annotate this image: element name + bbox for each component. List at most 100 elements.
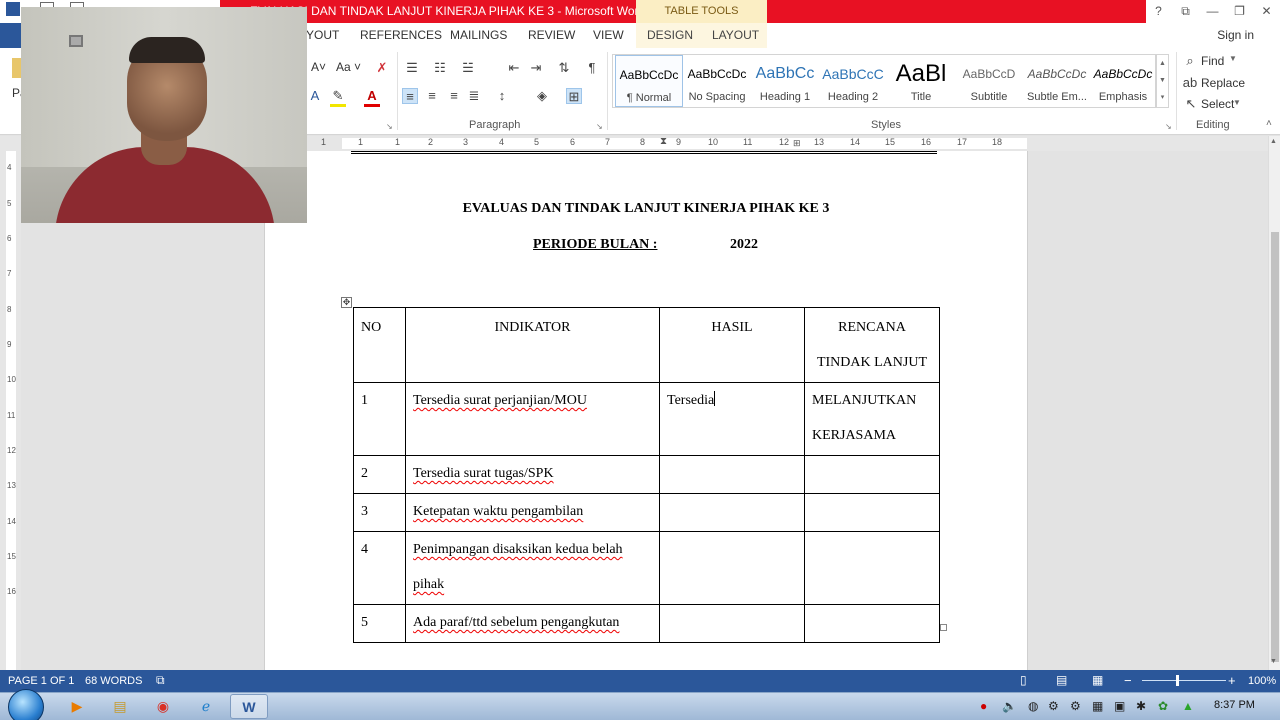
collapse-ribbon-icon[interactable]: ˄: [1266, 118, 1272, 129]
tray-settings-icon[interactable]: ⚙: [1048, 699, 1059, 713]
cell-indikator[interactable]: Ada paraf/ttd sebelum pengangkutan: [405, 604, 660, 643]
font-dialog-launcher-icon[interactable]: ↘: [386, 122, 393, 131]
zoom-level[interactable]: 100%: [1248, 675, 1276, 687]
tray-tool-icon[interactable]: ✱: [1136, 699, 1146, 713]
document-period[interactable]: PERIODE BULAN : 2022: [533, 237, 758, 253]
scroll-up-icon[interactable]: ▲: [1270, 138, 1277, 145]
shrink-font-button[interactable]: A˅: [311, 60, 326, 74]
select-button[interactable]: Select: [1201, 97, 1234, 111]
cell-hasil[interactable]: [659, 455, 805, 494]
align-right-icon[interactable]: ≡: [446, 88, 462, 104]
show-formatting-icon[interactable]: ¶: [584, 60, 600, 76]
shading-icon[interactable]: ◈: [534, 88, 550, 104]
minimize-button[interactable]: —: [1199, 0, 1226, 23]
document-area[interactable]: EVALUAS DAN TINDAK LANJUT KINERJA PIHAK …: [21, 151, 1268, 670]
cell-indikator[interactable]: Penimpangan disaksikan kedua belah pihak: [405, 531, 660, 605]
cell-indikator[interactable]: Tersedia surat perjanjian/MOU: [405, 382, 660, 456]
find-icon[interactable]: ⌕: [1182, 53, 1198, 69]
print-layout-icon[interactable]: ▤: [1056, 673, 1067, 687]
style-emphasis[interactable]: AaBbCcDc Emphasis: [1089, 55, 1157, 107]
column-marker-icon[interactable]: ⊞: [793, 138, 801, 149]
media-player-icon[interactable]: ▶: [58, 694, 96, 719]
borders-icon[interactable]: ⊞: [566, 88, 582, 104]
tray-settings-2-icon[interactable]: ⚙: [1070, 699, 1081, 713]
tab-references[interactable]: REFERENCES: [360, 28, 442, 42]
numbering-icon[interactable]: ☷: [432, 60, 448, 76]
zoom-out-button[interactable]: −: [1124, 673, 1132, 688]
find-button[interactable]: Find: [1201, 54, 1224, 68]
style-heading-1[interactable]: AaBbCc Heading 1: [751, 55, 819, 107]
increase-indent-icon[interactable]: ⇥: [528, 60, 544, 76]
tray-triangle-icon[interactable]: ▲: [1182, 699, 1194, 713]
word-app-icon[interactable]: [6, 2, 20, 16]
cell-rencana[interactable]: [804, 604, 940, 643]
style-heading-2[interactable]: AaBbCcC Heading 2: [819, 55, 887, 107]
tab-view[interactable]: VIEW: [593, 28, 624, 42]
network-icon[interactable]: ▦: [1092, 699, 1103, 713]
align-left-icon[interactable]: ≡: [402, 88, 418, 104]
header-hasil[interactable]: HASIL: [659, 307, 805, 383]
line-spacing-icon[interactable]: ↕: [494, 88, 510, 104]
bullets-icon[interactable]: ☰: [404, 60, 420, 76]
web-layout-icon[interactable]: ▦: [1092, 673, 1103, 687]
vertical-ruler[interactable]: 4 5 6 7 8 9 10 11 12 13 14 15 16: [0, 151, 21, 670]
chrome-icon[interactable]: ◉: [144, 694, 182, 719]
cell-rencana[interactable]: [804, 531, 940, 605]
file-tab[interactable]: [0, 23, 21, 48]
find-dropdown-icon[interactable]: ▼: [1229, 54, 1237, 63]
table-resize-handle[interactable]: [940, 624, 947, 631]
styles-dialog-launcher-icon[interactable]: ↘: [1165, 122, 1172, 131]
cell-hasil[interactable]: Tersedia: [659, 382, 805, 456]
replace-icon[interactable]: ab: [1182, 75, 1198, 91]
highlight-icon[interactable]: ✎: [330, 88, 346, 104]
cell-hasil[interactable]: [659, 604, 805, 643]
zoom-in-button[interactable]: +: [1228, 673, 1236, 688]
text-effects-icon[interactable]: A: [307, 88, 323, 104]
font-color-icon[interactable]: A: [364, 88, 380, 104]
close-button[interactable]: ✕: [1253, 0, 1280, 23]
cell-hasil[interactable]: [659, 531, 805, 605]
word-count[interactable]: 68 WORDS: [85, 675, 142, 687]
read-mode-icon[interactable]: ▯: [1020, 673, 1027, 687]
word-taskbar-icon[interactable]: W: [230, 694, 268, 719]
cell-rencana[interactable]: [804, 493, 940, 532]
vertical-scrollbar[interactable]: ▲ ▼: [1268, 136, 1280, 670]
document-page[interactable]: EVALUAS DAN TINDAK LANJUT KINERJA PIHAK …: [264, 151, 1028, 670]
page-count[interactable]: PAGE 1 OF 1: [8, 675, 74, 687]
tray-device-icon[interactable]: ▣: [1114, 699, 1125, 713]
style-title[interactable]: AaBl Title: [887, 55, 955, 107]
cell-no[interactable]: 4: [353, 531, 406, 605]
header-rencana[interactable]: RENCANA TINDAK LANJUT: [804, 307, 940, 383]
replace-button[interactable]: Replace: [1201, 76, 1245, 90]
style-subtitle[interactable]: AaBbCcD Subtitle: [955, 55, 1023, 107]
help-icon[interactable]: ?: [1145, 0, 1172, 23]
indent-marker-icon[interactable]: ⧗: [660, 136, 667, 147]
tab-table-layout[interactable]: LAYOUT: [712, 28, 759, 42]
record-icon[interactable]: ●: [980, 699, 987, 713]
cell-no[interactable]: 3: [353, 493, 406, 532]
document-title[interactable]: EVALUAS DAN TINDAK LANJUT KINERJA PIHAK …: [351, 201, 941, 217]
style-normal[interactable]: AaBbCcDc ¶ Normal: [615, 55, 683, 107]
scrollbar-thumb[interactable]: [1271, 232, 1279, 662]
change-case-button[interactable]: Aa ˅: [336, 60, 361, 74]
file-explorer-icon[interactable]: ▤: [101, 694, 139, 719]
cell-indikator[interactable]: Tersedia surat tugas/SPK: [405, 455, 660, 494]
proofing-icon[interactable]: ⧉: [156, 673, 165, 688]
cell-no[interactable]: 2: [353, 455, 406, 494]
paragraph-dialog-launcher-icon[interactable]: ↘: [596, 122, 603, 131]
styles-gallery-scroll[interactable]: ▲ ▼ ▾: [1156, 54, 1169, 108]
tray-app-icon[interactable]: ◍: [1028, 699, 1038, 713]
justify-icon[interactable]: ≣: [466, 88, 482, 104]
volume-icon[interactable]: 🔈: [1002, 699, 1017, 713]
table-move-handle[interactable]: ✥: [341, 297, 352, 308]
cell-hasil[interactable]: [659, 493, 805, 532]
cell-no[interactable]: 1: [353, 382, 406, 456]
cell-no[interactable]: 5: [353, 604, 406, 643]
tab-design[interactable]: DESIGN: [647, 28, 693, 42]
select-dropdown-icon[interactable]: ▼: [1233, 98, 1241, 107]
header-no[interactable]: NO: [353, 307, 406, 383]
header-indikator[interactable]: INDIKATOR: [405, 307, 660, 383]
multilevel-list-icon[interactable]: ☱: [460, 60, 476, 76]
tab-review[interactable]: REVIEW: [528, 28, 575, 42]
internet-explorer-icon[interactable]: ℯ: [187, 694, 225, 719]
